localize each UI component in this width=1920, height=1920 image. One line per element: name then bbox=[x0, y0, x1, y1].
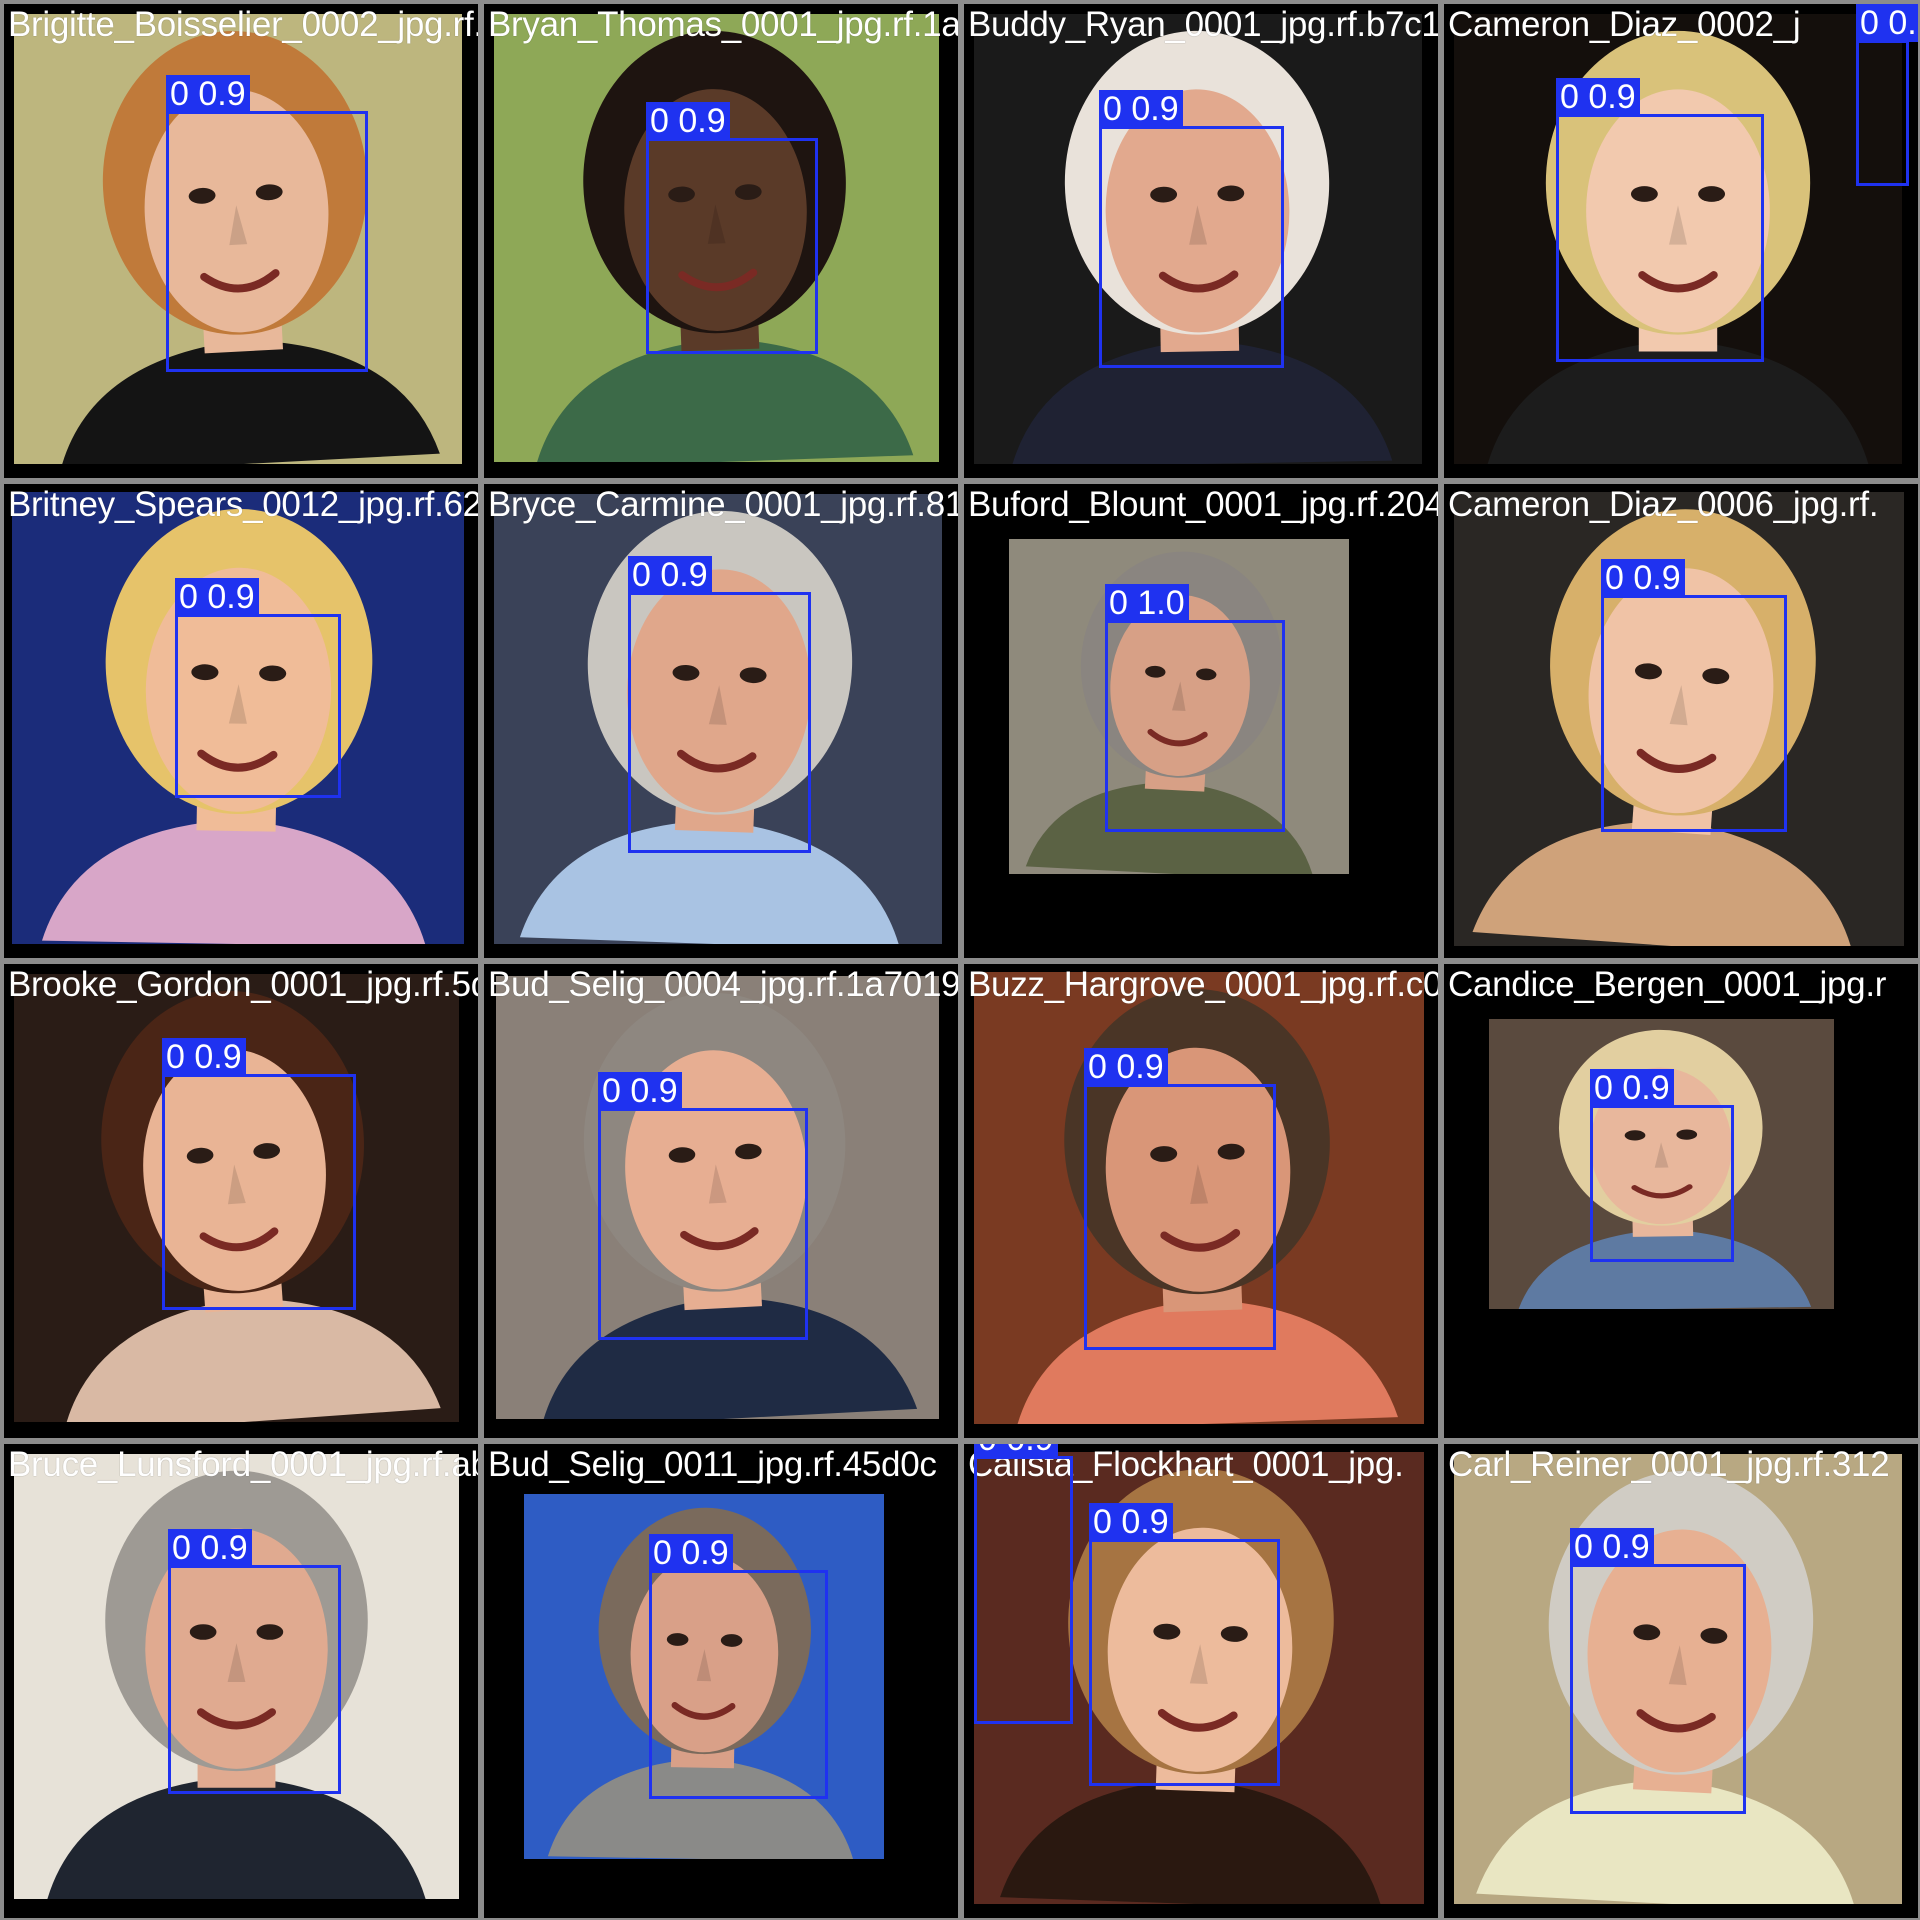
face-bounding-box: 0 0.9 bbox=[1570, 1528, 1746, 1814]
image-filename: Buzz_Hargrove_0001_jpg.rf.c03bb2c89a1e1 bbox=[968, 965, 1438, 1004]
detection-label: 0 0.9 bbox=[1084, 1048, 1168, 1086]
image-tile: Buddy_Ryan_0001_jpg.rf.b7c195eab963a2a07… bbox=[964, 4, 1438, 478]
face-bounding-box: 0 0.9 bbox=[1099, 90, 1284, 368]
image-filename: Buford_Blount_0001_jpg.rf.204dee47c09a7 bbox=[968, 485, 1438, 524]
detection-label: 0 0.9 bbox=[1590, 1069, 1674, 1107]
face-bounding-box: 0 0.9 bbox=[1856, 4, 1918, 186]
image-tile: Brooke_Gordon_0001_jpg.rf.5d785992c0024 0… bbox=[4, 964, 478, 1438]
face-bounding-box: 0 0.9 bbox=[598, 1072, 808, 1340]
face-bounding-box: 0 0.9 bbox=[162, 1038, 356, 1310]
detection-label: 0 0.9 bbox=[166, 75, 250, 113]
face-bounding-box: 0 0.9 bbox=[1089, 1503, 1280, 1786]
image-tile: Bruce_Lunsford_0001_jpg.rf.ab0997188103 0… bbox=[4, 1444, 478, 1918]
image-tile: Buford_Blount_0001_jpg.rf.204dee47c09a7 0… bbox=[964, 484, 1438, 958]
image-filename: Bryan_Thomas_0001_jpg.rf.1a4c588410d01 bbox=[488, 5, 958, 44]
detection-label: 0 0.9 bbox=[974, 1444, 1058, 1458]
face-bounding-box: 0 0.9 bbox=[1084, 1048, 1276, 1350]
image-tile: Buzz_Hargrove_0001_jpg.rf.c03bb2c89a1e1 0… bbox=[964, 964, 1438, 1438]
face-bounding-box: 0 0.9 bbox=[1601, 559, 1787, 832]
image-filename: Cameron_Diaz_0002_j bbox=[1448, 5, 1801, 44]
face-bounding-box: 0 1.0 bbox=[1105, 584, 1285, 832]
detection-label: 0 0.9 bbox=[628, 556, 712, 594]
image-filename: Brooke_Gordon_0001_jpg.rf.5d785992c0024 bbox=[8, 965, 478, 1004]
detection-label: 0 0.9 bbox=[646, 102, 730, 140]
detection-mosaic: Brigitte_Boisselier_0002_jpg.rf.9a304e7 0… bbox=[0, 0, 1920, 1920]
face-bounding-box: 0 0.9 bbox=[628, 556, 811, 853]
face-bounding-box: 0 0.9 bbox=[166, 75, 368, 372]
image-filename: Bruce_Lunsford_0001_jpg.rf.ab0997188103 bbox=[8, 1445, 478, 1484]
detection-label: 0 0.9 bbox=[175, 578, 259, 616]
image-tile: Britney_Spears_0012_jpg.rf.6237e4080255d… bbox=[4, 484, 478, 958]
detection-label: 0 0.9 bbox=[598, 1072, 682, 1110]
face-bounding-box: 0 0.9 bbox=[175, 578, 341, 798]
face-bounding-box: 0 0.9 bbox=[646, 102, 818, 354]
detection-label: 0 0.9 bbox=[649, 1534, 733, 1572]
image-tile: Brigitte_Boisselier_0002_jpg.rf.9a304e7 0… bbox=[4, 4, 478, 478]
image-filename: Bud_Selig_0011_jpg.rf.45d0c bbox=[488, 1445, 937, 1484]
image-filename: Carl_Reiner_0001_jpg.rf.312 bbox=[1448, 1445, 1890, 1484]
image-filename: Britney_Spears_0012_jpg.rf.6237e4080255d bbox=[8, 485, 478, 524]
image-filename: Brigitte_Boisselier_0002_jpg.rf.9a304e7 bbox=[8, 5, 478, 44]
detection-label: 0 0.9 bbox=[1099, 90, 1183, 128]
detection-label: 0 0.9 bbox=[1856, 4, 1918, 42]
image-filename: Bud_Selig_0004_jpg.rf.1a7019a21e807e9e bbox=[488, 965, 958, 1004]
face-bounding-box: 0 0.9 bbox=[649, 1534, 828, 1799]
detection-label: 0 1.0 bbox=[1105, 584, 1189, 622]
detection-label: 0 0.9 bbox=[1089, 1503, 1173, 1541]
face-bounding-box: 0 0.9 bbox=[1590, 1069, 1734, 1262]
detection-label: 0 0.9 bbox=[1556, 78, 1640, 116]
face-bounding-box: 0 0.9 bbox=[168, 1529, 341, 1794]
image-filename: Bryce_Carmine_0001_jpg.rf.8141381207f8e3 bbox=[488, 485, 958, 524]
image-filename: Candice_Bergen_0001_jpg.r bbox=[1448, 965, 1887, 1004]
detection-label: 0 0.9 bbox=[168, 1529, 252, 1567]
image-filename: Buddy_Ryan_0001_jpg.rf.b7c195eab963a2a07 bbox=[968, 5, 1438, 44]
image-filename: Cameron_Diaz_0006_jpg.rf. bbox=[1448, 485, 1879, 524]
face-bounding-box: 0 0.9 bbox=[1556, 78, 1764, 362]
face-bounding-box: 0 0.9 bbox=[974, 1444, 1073, 1724]
detection-label: 0 0.9 bbox=[162, 1038, 246, 1076]
image-tile: Calista_Flockhart_0001_jpg.0 0.90 0.9 bbox=[964, 1444, 1438, 1918]
detection-label: 0 0.9 bbox=[1601, 559, 1685, 597]
detection-label: 0 0.9 bbox=[1570, 1528, 1654, 1566]
